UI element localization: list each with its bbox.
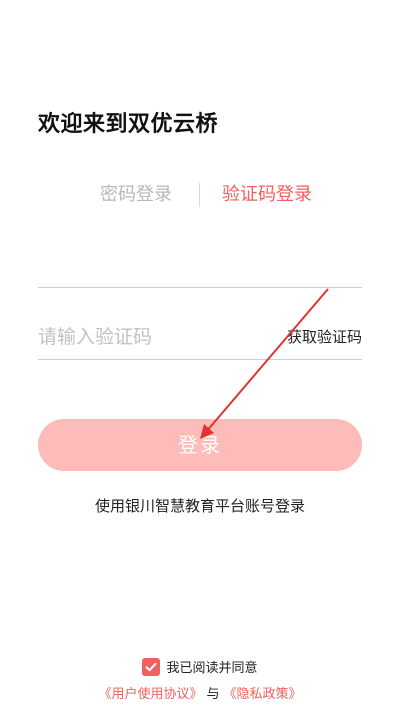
code-input-underline xyxy=(38,359,362,360)
tab-password-login[interactable]: 密码登录 xyxy=(100,180,172,210)
agreement-links: 《用户使用协议》与《隐私政策》 xyxy=(0,683,400,702)
phone-input-underline xyxy=(38,287,362,288)
alt-login-link[interactable]: 使用银川智慧教育平台账号登录 xyxy=(0,495,400,516)
welcome-title: 欢迎来到双优云桥 xyxy=(38,112,219,137)
agreement-row: 我已阅读并同意 xyxy=(0,657,400,678)
check-icon xyxy=(145,662,157,671)
privacy-policy-link[interactable]: 《隐私政策》 xyxy=(224,687,302,702)
phone-input[interactable] xyxy=(38,250,362,286)
agreement-text: 我已阅读并同意 xyxy=(166,661,258,676)
login-screen: 欢迎来到双优云桥 密码登录 验证码登录 获取验证码 登录 使用银川智慧教育平台账… xyxy=(0,0,400,711)
tab-divider xyxy=(199,183,200,207)
tab-code-login[interactable]: 验证码登录 xyxy=(222,180,312,210)
login-tabs: 密码登录 验证码登录 xyxy=(0,180,400,210)
login-button[interactable]: 登录 xyxy=(38,419,362,471)
get-code-button[interactable]: 获取验证码 xyxy=(287,326,362,347)
user-agreement-link[interactable]: 《用户使用协议》 xyxy=(98,687,202,702)
verification-code-input[interactable] xyxy=(38,320,268,354)
and-text: 与 xyxy=(206,687,220,702)
agreement-checkbox[interactable] xyxy=(142,657,161,676)
